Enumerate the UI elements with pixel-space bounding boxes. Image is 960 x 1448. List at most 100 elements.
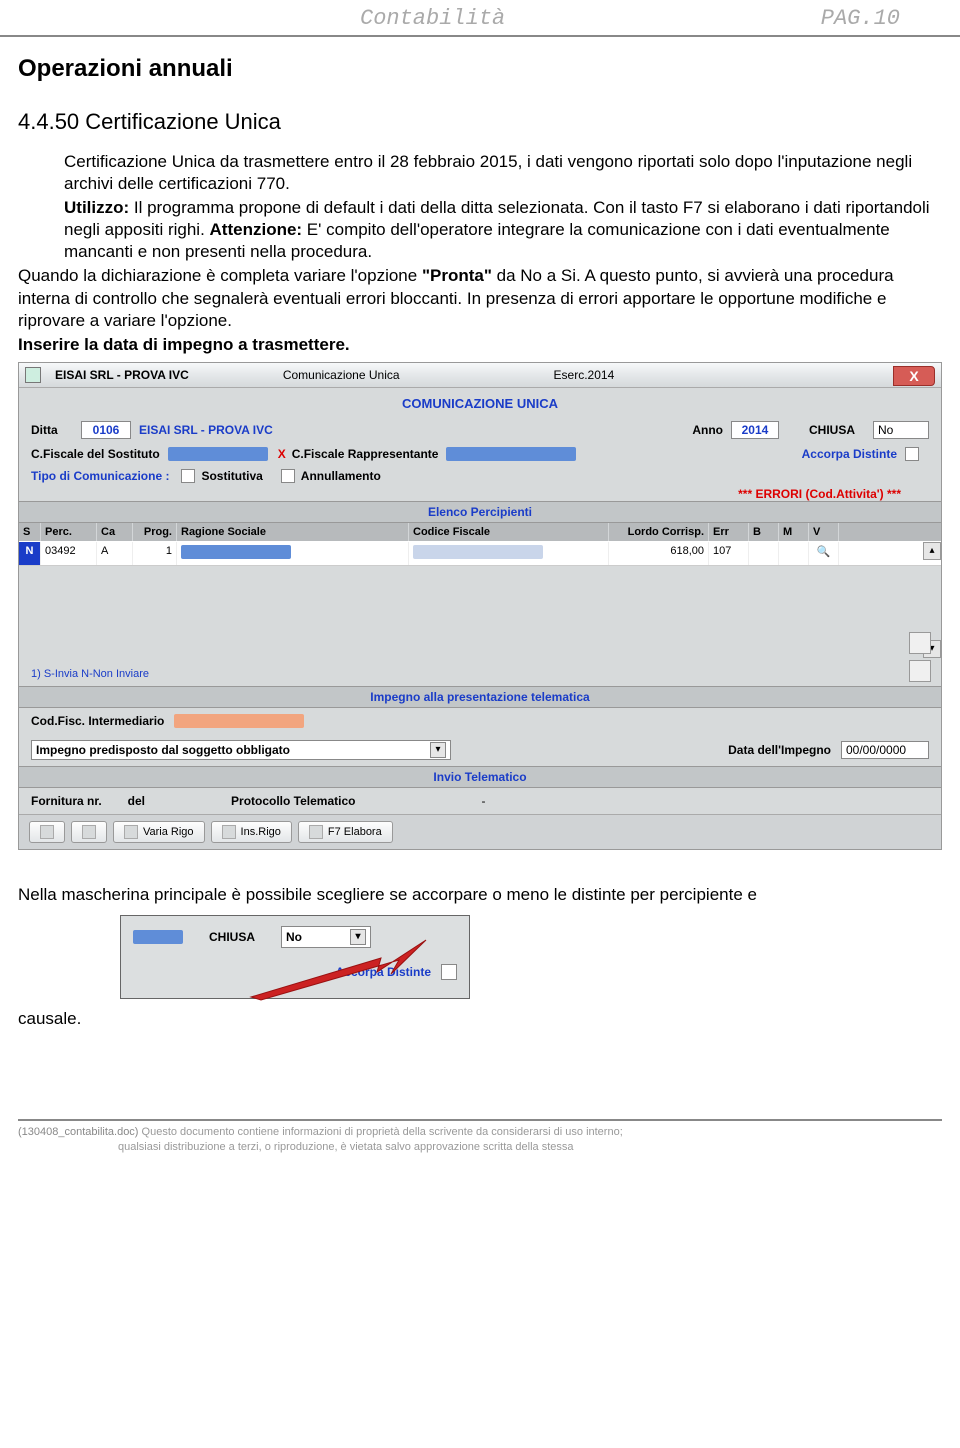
impegno-header: Impegno alla presentazione telematica	[19, 686, 941, 708]
data-impegno-input[interactable]: 00/00/0000	[841, 741, 929, 759]
cell-rag	[177, 542, 409, 565]
ins-rigo-button[interactable]: Ins.Rigo	[211, 821, 292, 843]
cf-sost-value[interactable]	[168, 447, 268, 461]
col-v: V	[809, 523, 839, 541]
accorpa-checkbox[interactable]	[905, 447, 919, 461]
lbl-b3: Varia Rigo	[143, 826, 194, 838]
status-sq-1[interactable]	[909, 632, 931, 654]
titlebar-company: EISAI SRL - PROVA IVC	[55, 368, 189, 382]
insert-icon	[222, 825, 236, 839]
page-header: Contabilità PAG.10	[0, 0, 960, 37]
edit-icon	[124, 825, 138, 839]
col-cf: Codice Fiscale	[409, 523, 609, 541]
app-icon	[25, 367, 41, 383]
rag-masked	[181, 545, 291, 559]
ditta-code-input[interactable]: 0106	[81, 421, 131, 439]
mini-masked	[133, 930, 183, 944]
cell-v[interactable]: 🔍	[809, 542, 839, 565]
send-hint: 1) S-Invia N-Non Inviare	[31, 668, 149, 680]
titlebar: EISAI SRL - PROVA IVC Comunicazione Unic…	[19, 363, 941, 388]
sostitutiva-checkbox[interactable]	[181, 469, 195, 483]
chiusa-label: CHIUSA	[809, 423, 855, 437]
row-ditta: Ditta 0106 EISAI SRL - PROVA IVC Anno 20…	[19, 417, 941, 443]
status-sq-2[interactable]	[909, 660, 931, 682]
sostitutiva-label: Sostitutiva	[201, 469, 262, 483]
row-codfisc: Cod.Fisc. Intermediario	[19, 708, 941, 734]
cell-m	[779, 542, 809, 565]
header-right: PAG.10	[821, 6, 900, 31]
status-squares	[909, 632, 931, 682]
lbl-b5: F7 Elabora	[328, 826, 382, 838]
process-icon	[309, 825, 323, 839]
col-perc: Perc.	[41, 523, 97, 541]
data-impegno-label: Data dell'Impegno	[728, 743, 831, 757]
titlebar-eserc: Eserc.2014	[554, 368, 615, 382]
section-heading: 4.4.50 Certificazione Unica	[18, 109, 942, 135]
annullamento-label: Annullamento	[301, 469, 381, 483]
col-s: S	[19, 523, 41, 541]
cell-ca: A	[97, 542, 133, 565]
paragraph-4: Inserire la data di impegno a trasmetter…	[18, 334, 942, 356]
cell-prog: 1	[133, 542, 177, 565]
ditta-name: EISAI SRL - PROVA IVC	[139, 423, 273, 437]
col-m: M	[779, 523, 809, 541]
errori-text: *** ERRORI (Cod.Attivita') ***	[19, 487, 941, 501]
col-ca: Ca	[97, 523, 133, 541]
window-main-title: COMUNICAZIONE UNICA	[19, 388, 941, 417]
cell-err: 107	[709, 542, 749, 565]
col-prog: Prog.	[133, 523, 177, 541]
paragraph-3: Quando la dichiarazione è completa varia…	[18, 265, 942, 331]
chevron-down-icon[interactable]: ▾	[430, 742, 446, 758]
titlebar-center: Comunicazione Unica	[283, 368, 400, 382]
fornitura-label: Fornitura nr.	[31, 794, 102, 808]
cf-rapp-label: C.Fiscale Rappresentante	[292, 447, 439, 461]
red-arrow-annotation	[241, 932, 431, 1002]
grid-header: S Perc. Ca Prog. Ragione Sociale Codice …	[19, 523, 941, 542]
p4: Inserire la data di impegno a trasmetter…	[18, 335, 350, 354]
codfisc-value[interactable]	[174, 714, 304, 728]
col-err: Err	[709, 523, 749, 541]
toolbar-btn-2[interactable]	[71, 821, 107, 843]
pronta-label: "Pronta"	[422, 266, 492, 285]
row-cf: C.Fiscale del Sostituto X C.Fiscale Rapp…	[19, 443, 941, 465]
cell-s[interactable]: N	[19, 542, 41, 565]
cell-perc: 03492	[41, 542, 97, 565]
mini-screenshot: CHIUSA No ▾ Accorpa Distinte	[120, 915, 470, 999]
close-icon[interactable]: X	[893, 366, 935, 386]
cf-sost-label: C.Fiscale del Sostituto	[31, 447, 160, 461]
tipo-label: Tipo di Comunicazione :	[31, 469, 169, 483]
f7-elabora-button[interactable]: F7 Elabora	[298, 821, 393, 843]
attenzione-label: Attenzione:	[210, 220, 303, 239]
protocollo-dash: -	[481, 794, 485, 808]
cf-rapp-value[interactable]	[446, 447, 576, 461]
annullamento-checkbox[interactable]	[281, 469, 295, 483]
scroll-up-icon[interactable]: ▴	[923, 542, 941, 560]
table-row[interactable]: N 03492 A 1 618,00 107 🔍	[19, 542, 941, 566]
col-rag: Ragione Sociale	[177, 523, 409, 541]
paragraph-2: Utilizzo: Il programma propone di defaul…	[18, 197, 942, 263]
mini-accorpa-checkbox[interactable]	[441, 964, 457, 980]
anno-input[interactable]: 2014	[731, 421, 779, 439]
cell-b	[749, 542, 779, 565]
error-x-icon[interactable]: X	[278, 447, 286, 461]
varia-rigo-button[interactable]: Varia Rigo	[113, 821, 205, 843]
col-lc: Lordo Corrisp.	[609, 523, 709, 541]
impegno-combo-text: Impegno predisposto dal soggetto obbliga…	[36, 743, 290, 757]
chiusa-select[interactable]: No	[873, 421, 929, 439]
page-footer: (130408_contabilita.doc) Questo document…	[0, 1125, 960, 1175]
app-window: EISAI SRL - PROVA IVC Comunicazione Unic…	[18, 362, 942, 850]
lbl-b4: Ins.Rigo	[241, 826, 281, 838]
toolbar-btn-1[interactable]	[29, 821, 65, 843]
page-title: Operazioni annuali	[18, 55, 942, 83]
after-text: Nella mascherina principale è possibile …	[18, 884, 942, 907]
causale-text: causale.	[18, 1009, 942, 1029]
impegno-combo[interactable]: Impegno predisposto dal soggetto obbliga…	[31, 740, 451, 760]
header-left: Contabilità	[360, 6, 505, 31]
p3a: Quando la dichiarazione è completa varia…	[18, 266, 422, 285]
cell-cf	[409, 542, 609, 565]
folder-icon	[40, 825, 54, 839]
grid-blank: ▾ 1) S-Invia N-Non Inviare	[19, 566, 941, 686]
utilizzo-label: Utilizzo:	[64, 198, 129, 217]
del-label: del	[128, 794, 145, 808]
toolbar: Varia Rigo Ins.Rigo F7 Elabora	[19, 814, 941, 849]
